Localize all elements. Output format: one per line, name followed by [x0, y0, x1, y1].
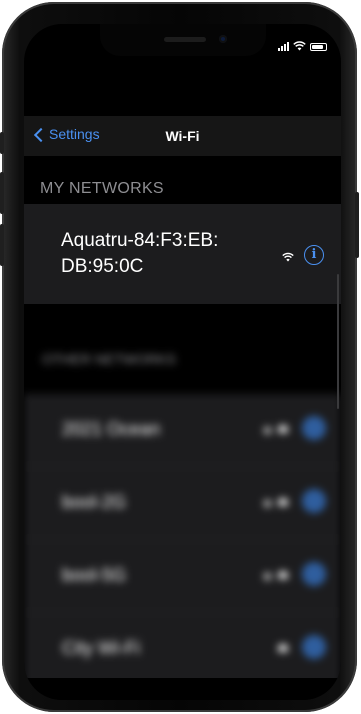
list-item[interactable]: City Wi-Fi — [24, 613, 341, 686]
list-item[interactable]: 2021 Ocean — [24, 394, 341, 467]
wifi-signal-icon — [278, 644, 288, 652]
wifi-signal-icon — [278, 571, 288, 579]
front-camera — [219, 35, 227, 43]
network-name: City Wi-Fi — [62, 638, 140, 658]
battery-icon — [310, 43, 327, 51]
other-networks-section: OTHER NETWORKS 2021 Ocean bool-2G bool-5… — [24, 339, 341, 700]
volume-up-button — [0, 172, 4, 214]
power-button — [355, 192, 359, 258]
network-name: 2021 Ocean — [62, 419, 161, 439]
other-networks-header: OTHER NETWORKS — [42, 351, 176, 367]
other-networks-list: 2021 Ocean bool-2G bool-5G City Wi-Fi — [24, 394, 341, 686]
silent-switch — [0, 132, 4, 154]
cellular-signal-icon — [278, 42, 289, 51]
lock-icon — [264, 573, 271, 580]
my-networks-header: MY NETWORKS — [40, 180, 164, 197]
lock-icon — [264, 500, 271, 507]
scrollbar[interactable] — [337, 274, 339, 409]
lock-icon — [264, 427, 271, 434]
info-icon[interactable] — [302, 562, 326, 586]
wifi-status-icon — [293, 41, 306, 51]
list-item[interactable]: bool-5G — [24, 540, 341, 613]
status-bar — [278, 41, 327, 51]
info-icon[interactable]: i — [304, 245, 324, 265]
navigation-bar: Settings Wi-Fi — [24, 116, 341, 156]
network-name: Aquatru-84:F3:EB: DB:95:0C — [61, 230, 219, 277]
info-icon[interactable] — [302, 635, 326, 659]
bottom-bezel — [24, 678, 341, 700]
page-title: Wi-Fi — [165, 128, 200, 144]
wifi-signal-icon — [282, 252, 294, 262]
wifi-signal-icon — [278, 425, 288, 433]
screen: Settings Wi-Fi MY NETWORKS Aquatru-84:F3… — [24, 24, 341, 700]
volume-down-button — [0, 224, 4, 266]
info-icon[interactable] — [302, 416, 326, 440]
phone-frame: Settings Wi-Fi MY NETWORKS Aquatru-84:F3… — [0, 2, 359, 712]
network-row-aquatru[interactable]: Aquatru-84:F3:EB: DB:95:0C i — [24, 204, 341, 304]
network-name: bool-5G — [62, 565, 127, 585]
network-name: bool-2G — [62, 492, 127, 512]
wifi-signal-icon — [278, 498, 288, 506]
notch — [100, 24, 266, 56]
earpiece-speaker — [164, 37, 206, 42]
info-icon[interactable] — [302, 489, 326, 513]
list-item[interactable]: bool-2G — [24, 467, 341, 540]
